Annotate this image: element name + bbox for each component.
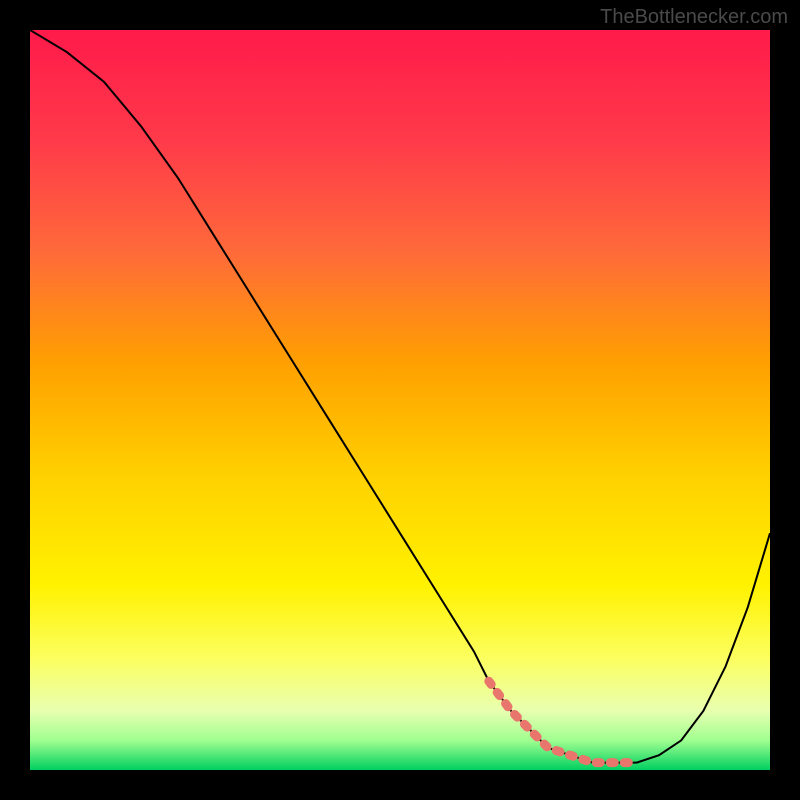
highlight-segment: [489, 681, 637, 762]
watermark-text: TheBottlenecker.com: [600, 6, 788, 29]
curve-svg: [30, 30, 770, 770]
chart-container: [30, 30, 770, 770]
curve-line: [30, 30, 770, 763]
